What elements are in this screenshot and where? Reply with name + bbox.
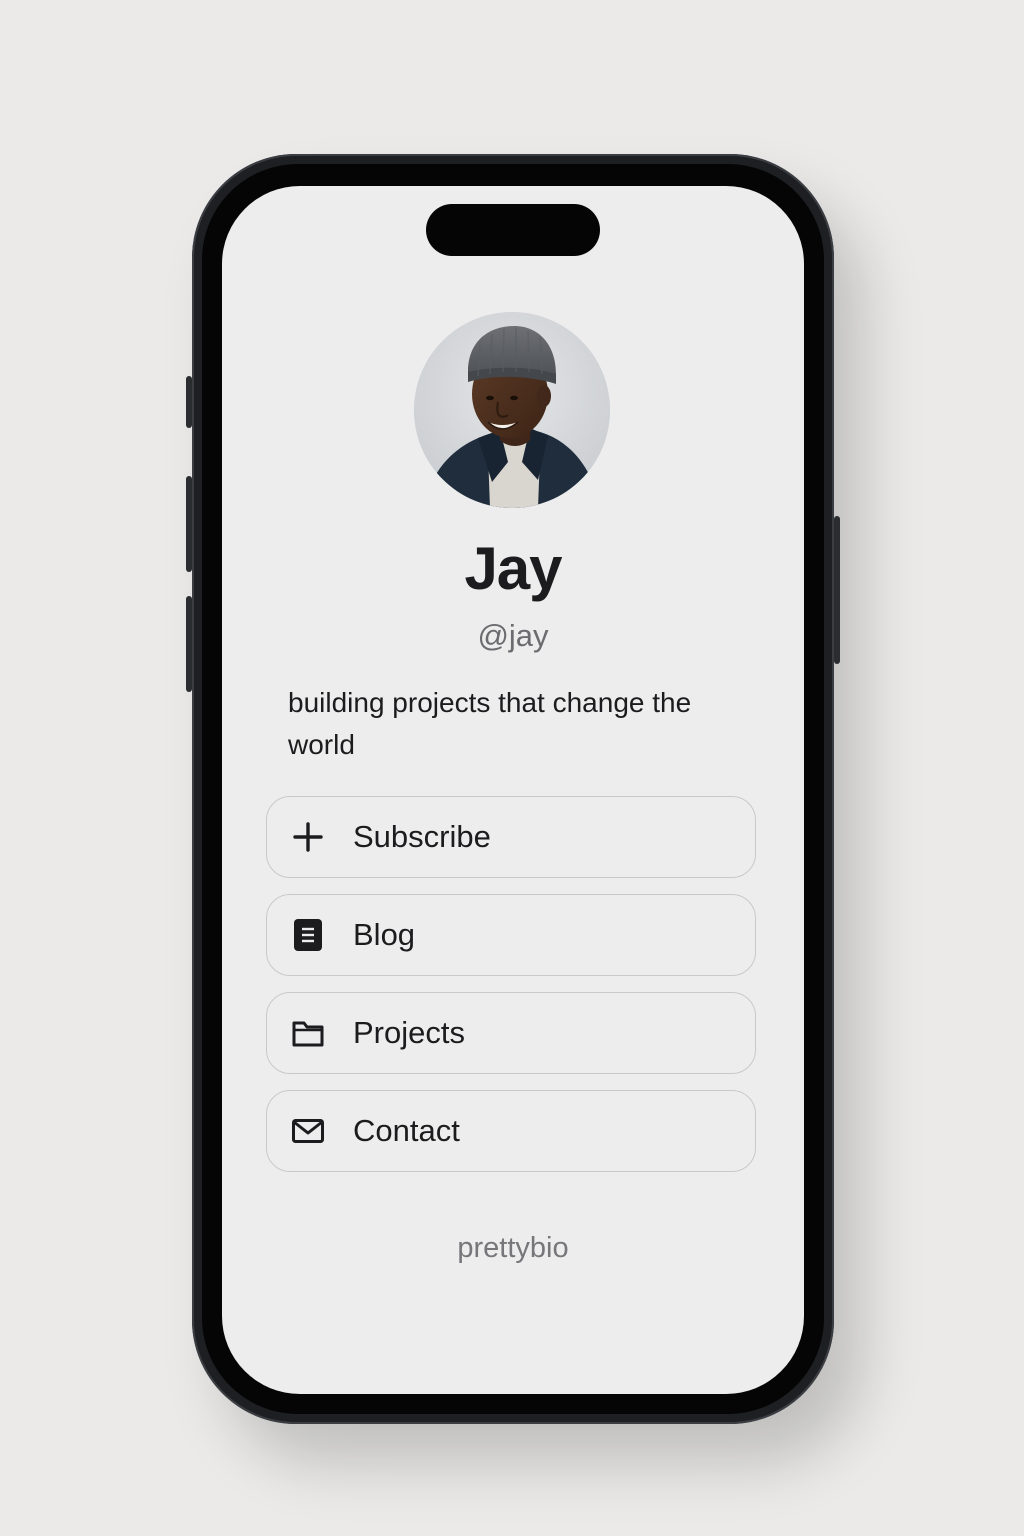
document-icon (294, 919, 322, 951)
mail-icon (292, 1119, 324, 1143)
plus-icon (293, 822, 323, 852)
phone-screen: Jay @jay building projects that change t… (222, 186, 804, 1394)
profile-name: Jay (464, 535, 562, 602)
volume-down-button (186, 596, 192, 692)
blog-label: Blog (353, 917, 416, 952)
projects-label: Projects (353, 1015, 465, 1050)
contact-button[interactable]: Contact (266, 1090, 756, 1172)
dynamic-island (426, 204, 600, 256)
folder-icon (292, 1021, 324, 1047)
blog-button[interactable]: Blog (266, 894, 756, 976)
subscribe-button[interactable]: Subscribe (266, 796, 756, 878)
profile-bio: building projects that change the world (288, 687, 692, 760)
phone-frame: Jay @jay building projects that change t… (186, 154, 840, 1424)
footer-brand[interactable]: prettybio (222, 1232, 804, 1265)
action-button (186, 376, 192, 428)
profile-photo (414, 312, 610, 508)
contact-label: Contact (353, 1113, 460, 1148)
power-button (834, 516, 840, 664)
subscribe-label: Subscribe (353, 819, 491, 854)
projects-button[interactable]: Projects (266, 992, 756, 1074)
avatar (414, 312, 610, 508)
profile-handle: @jay (477, 618, 549, 653)
volume-up-button (186, 476, 192, 572)
